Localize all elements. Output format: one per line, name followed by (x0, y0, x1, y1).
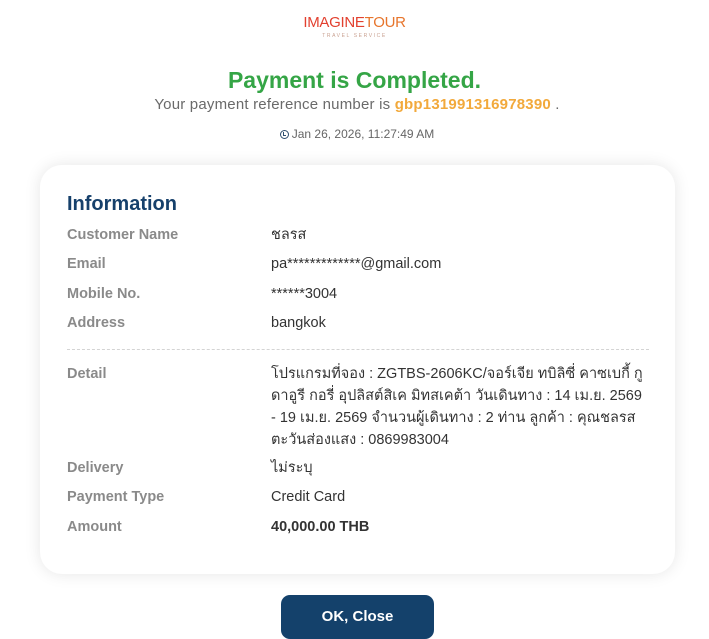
info-label: Mobile No. (67, 286, 141, 302)
info-value: ไม่ระบุ (271, 460, 313, 476)
info-value: โปรแกรมที่จอง : ZGTBS-2606KC/จอร์เจีย ทบ… (271, 366, 643, 448)
info-value: bangkok (271, 315, 326, 331)
info-value: ******3004 (271, 286, 338, 302)
logo-tagline: TRAVEL SERVICE (322, 33, 387, 39)
payment-timestamp: Jan 26, 2026, 11:27:49 AM (0, 126, 709, 142)
info-value: Credit Card (271, 489, 346, 505)
info-label: Address (67, 315, 126, 331)
info-value: 40,000.00 THB (271, 519, 370, 535)
info-value: pa*************@gmail.com (271, 256, 442, 272)
brand-logo: IMAGINETOUR TRAVEL SERVICE (0, 14, 709, 39)
info-value: ชลรส (271, 227, 307, 243)
payment-status-title: Payment is Completed. (227, 67, 482, 93)
logo-wordmark: IMAGINETOUR (0, 14, 709, 32)
info-label: Payment Type (67, 489, 165, 505)
info-label: Delivery (67, 460, 124, 476)
reference-number: gbp131991316978390 (394, 96, 551, 113)
logo-part-imagine: IMAGINE (303, 14, 365, 31)
timestamp-text: Jan 26, 2026, 11:27:49 AM (291, 127, 435, 141)
info-label: Customer Name (67, 227, 179, 243)
information-card: Information Customer Name ชลรส Email pa*… (40, 165, 675, 574)
reference-prefix: Your payment reference number is (154, 96, 391, 113)
reference-line: Your payment reference number is gbp1319… (0, 95, 709, 115)
logo-part-tour: TOUR (364, 14, 406, 31)
info-label: Detail (67, 366, 107, 382)
clock-icon (279, 130, 289, 139)
info-label: Email (67, 256, 106, 272)
information-heading: Information (67, 193, 177, 215)
info-label: Amount (67, 519, 122, 535)
section-divider (67, 349, 649, 350)
reference-suffix: . (555, 96, 560, 113)
ok-close-button[interactable]: OK, Close (281, 595, 434, 639)
